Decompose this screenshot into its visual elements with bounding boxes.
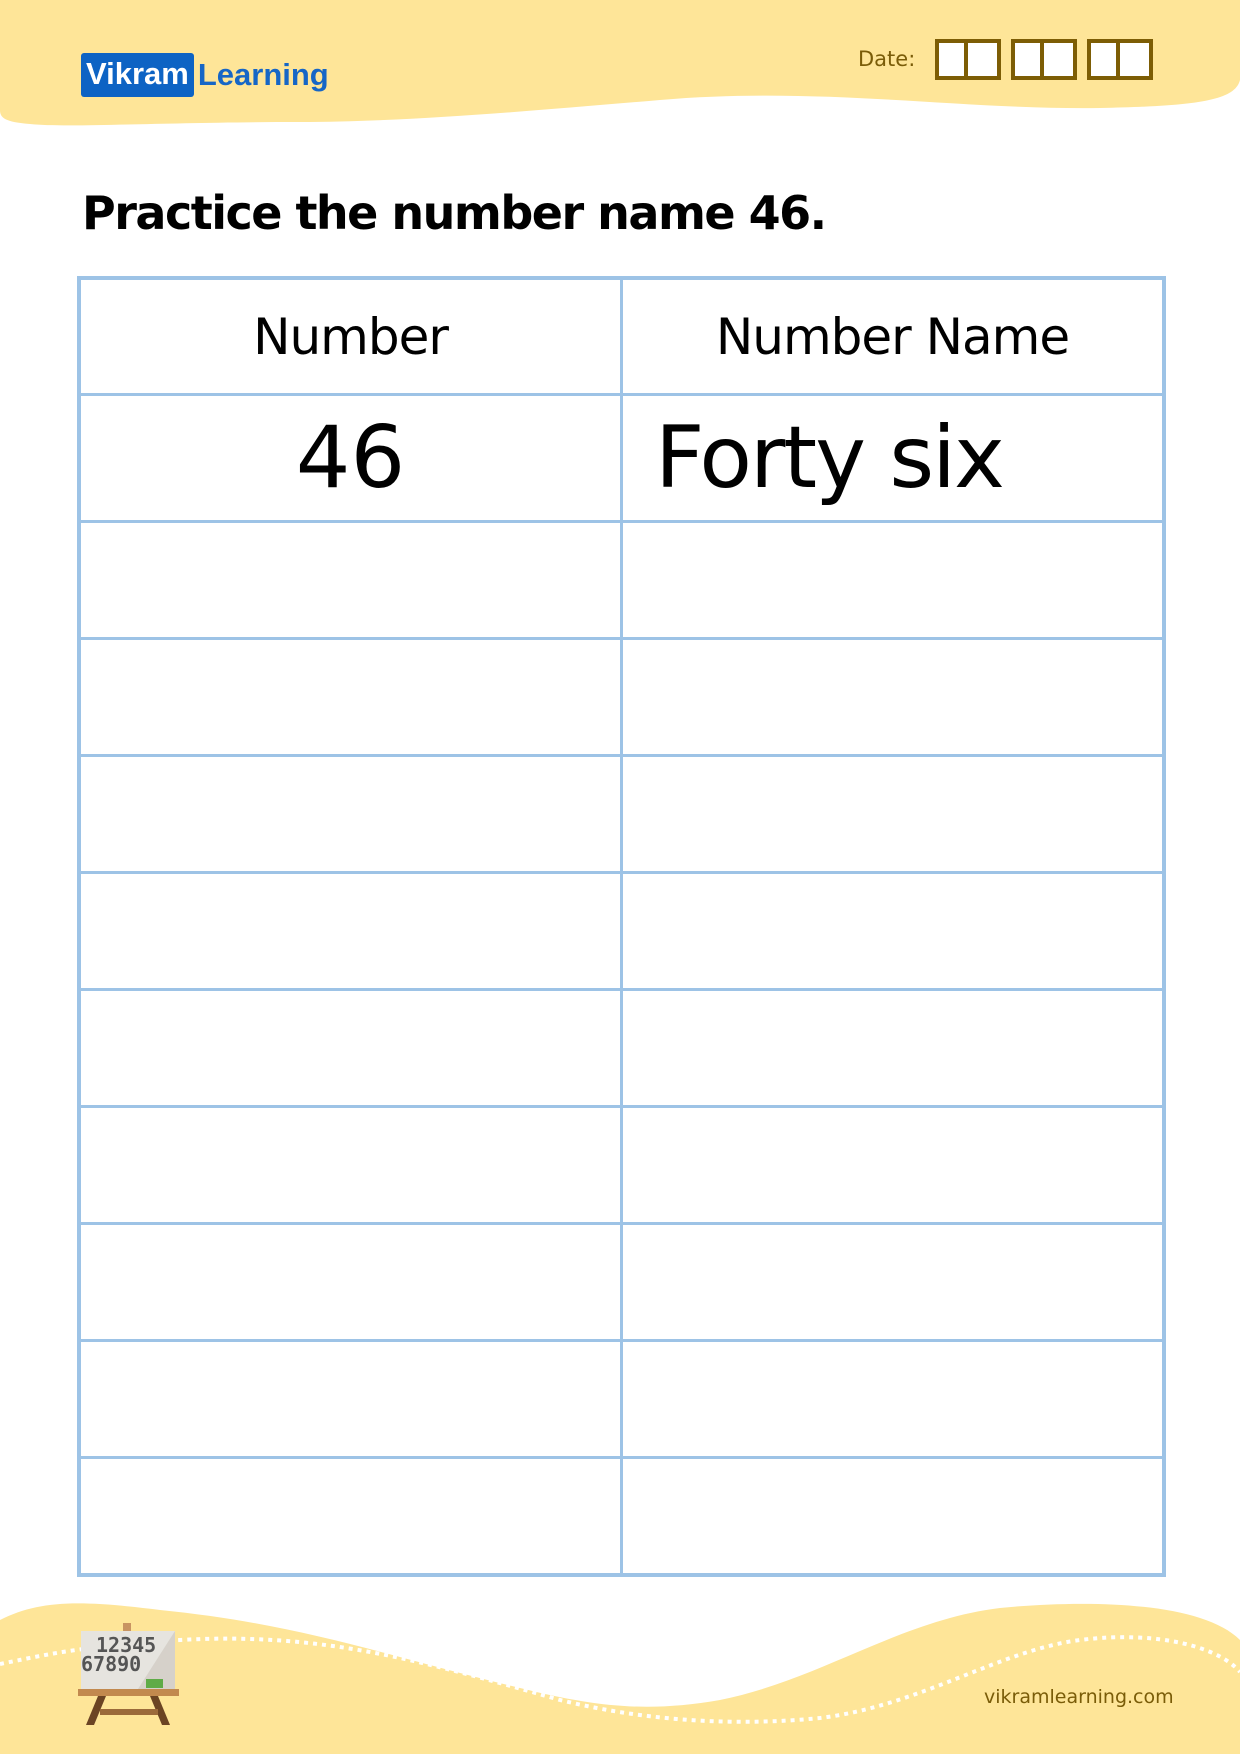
table-row xyxy=(77,871,1166,991)
number-answer-cell[interactable] xyxy=(77,1222,623,1342)
number-name-answer-cell[interactable] xyxy=(620,1222,1166,1342)
table-row xyxy=(77,637,1166,757)
number-name-answer-cell[interactable] xyxy=(620,988,1166,1108)
number-name-answer-cell[interactable] xyxy=(620,1339,1166,1459)
table-row xyxy=(77,1339,1166,1459)
number-name-answer-cell[interactable] xyxy=(620,1456,1166,1577)
number-name-answer-cell[interactable] xyxy=(620,754,1166,874)
column-header-number: Number xyxy=(77,276,623,396)
easel-board-icon: 12345 67890 xyxy=(78,1623,179,1725)
date-month-group xyxy=(1011,38,1078,80)
table-row xyxy=(77,988,1166,1108)
website-link[interactable]: vikramlearning.com xyxy=(984,1686,1174,1708)
number-answer-cell[interactable] xyxy=(77,637,623,757)
number-answer-cell[interactable] xyxy=(77,871,623,991)
number-answer-cell[interactable] xyxy=(77,1456,623,1577)
date-digit-box[interactable] xyxy=(968,38,1002,80)
practice-table: Number Number Name 46 Forty six xyxy=(77,276,1166,1577)
number-name-cell: Forty six xyxy=(620,393,1166,523)
date-day-group xyxy=(935,38,1002,80)
number-name-answer-cell[interactable] xyxy=(620,637,1166,757)
number-name-answer-cell[interactable] xyxy=(620,520,1166,640)
number-answer-cell[interactable] xyxy=(77,1339,623,1459)
number-answer-cell[interactable] xyxy=(77,520,623,640)
table-row: 46 Forty six xyxy=(77,393,1166,523)
number-answer-cell[interactable] xyxy=(77,988,623,1108)
table-row xyxy=(77,754,1166,874)
worksheet-title: Practice the number name 46. xyxy=(82,186,827,240)
board-digits-row-2: 67890 xyxy=(81,1652,141,1676)
date-digit-box[interactable] xyxy=(1044,38,1078,80)
date-label: Date: xyxy=(858,47,916,71)
number-name-answer-cell[interactable] xyxy=(620,1105,1166,1225)
date-digit-box[interactable] xyxy=(1120,38,1154,80)
date-field: Date: xyxy=(858,36,1154,82)
number-answer-cell[interactable] xyxy=(77,1105,623,1225)
date-digit-box[interactable] xyxy=(935,38,969,80)
vikram-learning-logo[interactable]: Vikram Learning xyxy=(81,52,329,98)
logo-learning: Learning xyxy=(197,57,329,92)
number-answer-cell[interactable] xyxy=(77,754,623,874)
table-row xyxy=(77,1105,1166,1225)
date-year-group xyxy=(1087,38,1154,80)
date-digit-box[interactable] xyxy=(1087,38,1121,80)
table-row xyxy=(77,520,1166,640)
column-header-number-name: Number Name xyxy=(620,276,1166,396)
number-name-answer-cell[interactable] xyxy=(620,871,1166,991)
logo-vikram: Vikram xyxy=(81,53,194,97)
number-cell: 46 xyxy=(77,393,623,523)
table-header-row: Number Number Name xyxy=(77,276,1166,396)
table-row xyxy=(77,1222,1166,1342)
date-digit-box[interactable] xyxy=(1011,38,1045,80)
table-row xyxy=(77,1456,1166,1577)
